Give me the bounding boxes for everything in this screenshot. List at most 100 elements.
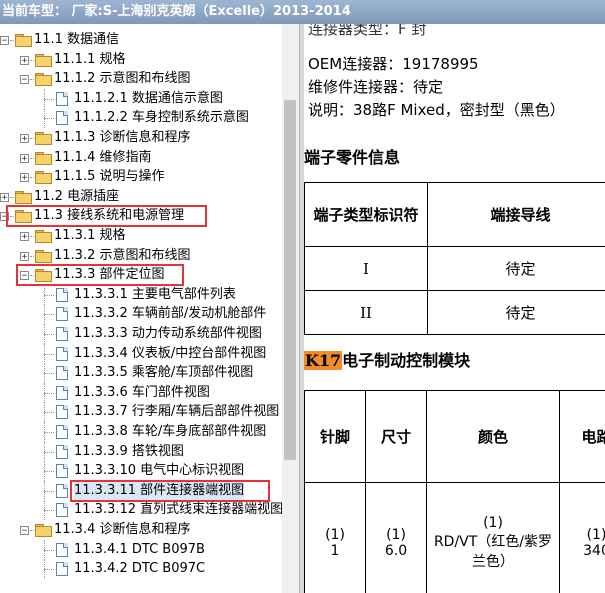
tree-item-label[interactable]: 11.1 数据通信 [34,30,119,50]
expand-icon[interactable]: + [20,134,29,144]
module-code: K17 [304,351,343,370]
tree-item-label[interactable]: 11.3.4.1 DTC B097B [74,540,205,560]
tree-item[interactable]: 11.3.3.3 动力传动系统部件视图 [0,324,282,344]
tree-item-label[interactable]: 11.3.1 规格 [54,226,125,246]
tree-item-label[interactable]: 11.3.3.1 主要电气部件列表 [74,285,236,305]
tree-item-label[interactable]: 11.1.1 规格 [54,50,125,70]
tree-connector [30,530,34,531]
tree-scrollbar-thumb[interactable] [284,100,296,460]
terminal-wire-header: 端接导线 [427,182,605,247]
tree-item-label[interactable]: 11.3.3.8 车轮/车身底部部件视图 [74,422,266,442]
terminal-table: 端子类型标识符 端接导线 I 待定 II 待定 [304,182,605,335]
tree-item-label[interactable]: 11.3.3.9 搭铁视图 [74,442,184,462]
tree-connector [30,59,34,61]
tree-connector [10,40,14,41]
tree-item[interactable]: +11.1.3 诊断信息和程序 [0,128,282,148]
tree-item-label[interactable]: 11.3.3.7 行李厢/车辆后部部件视图 [74,402,279,422]
tree-item-label[interactable]: 11.3.3.10 电气中心标识视图 [74,461,244,481]
tree-item-label[interactable]: 11.3.3.3 动力传动系统部件视图 [74,324,262,344]
tree-item[interactable]: 11.3.3.2 车辆前部/发动机舱部件 [0,304,282,325]
expand-icon[interactable]: + [20,153,29,163]
terminal-type-cell: I [304,246,428,291]
document-icon [56,562,68,577]
tree-connector [44,314,54,316]
circuit-cell: (1) 340 [559,482,605,593]
tree-item-label[interactable]: 11.1.5 说明与操作 [54,167,164,187]
terminal-table-header-row: 端子类型标识符 端接导线 [304,182,605,247]
module-heading: K17电子制动控制模块 [304,347,470,371]
tree-connector [44,118,54,120]
tree-item[interactable]: 11.1.2.1 数据通信示意图 [0,88,282,109]
tree-connector [10,196,14,198]
tree-item-label[interactable]: 11.3.3.5 乘客舱/车顶部件视图 [74,363,253,383]
tree-item[interactable]: 11.3.4.1 DTC B097B [0,539,282,560]
terminal-wire-cell: 待定 [427,290,605,335]
expand-icon[interactable]: + [20,55,29,65]
tree-item-label[interactable]: 11.3.3.4 仪表板/中控台部件视图 [74,344,266,364]
tree-item-label[interactable]: 11.1.2.1 数据通信示意图 [74,89,223,109]
tree-item[interactable]: 11.3.4.2 DTC B097C [0,559,282,580]
tree-connector [44,490,54,492]
tree-item[interactable]: − 11.1 数据通信 [0,30,282,50]
tree-item-label[interactable]: 11.3.3.6 车门部件视图 [74,383,210,403]
tree-item-label[interactable]: 11.1.2.2 车身控制系统示意图 [74,108,249,128]
tree-connector [30,157,34,159]
tree-item[interactable]: 11.3.3.6 车门部件视图 [0,382,282,403]
table-row: I 待定 [304,246,605,291]
tree-item[interactable]: 11.3.3.5 乘客舱/车顶部件视图 [0,363,282,384]
tree-item[interactable]: +11.3.1 规格 [0,226,282,246]
tree-connector [44,108,45,129]
tree-connector [44,432,54,433]
expand-icon[interactable]: + [20,232,29,242]
expand-icon[interactable]: + [0,192,9,202]
document-icon [56,503,68,518]
tree-item[interactable]: 11.3.3.1 主要电气部件列表 [0,284,282,305]
tree-connector [30,236,34,237]
tree-item[interactable]: +11.1.5 说明与操作 [0,167,282,187]
tree-item[interactable]: − 11.1.2 示意图和布线图 [0,69,282,89]
tree-item-label[interactable]: 11.1.4 维修指南 [54,148,151,168]
tree-connector [44,88,45,109]
tree-item-label[interactable]: 11.3.4.2 DTC B097C [74,559,205,579]
tree-connector [44,382,45,403]
tree-item-label[interactable]: 11.3.2 示意图和布线图 [54,246,190,266]
folder-icon [35,53,52,67]
tree-item[interactable]: 11.3.3.7 行李厢/车辆后部部件视图 [0,402,282,423]
tree-connector [44,373,54,375]
tree-item[interactable]: 11.3.3.10 电气中心标识视图 [0,461,282,482]
tree-item-label[interactable]: 11.3.3.12 直列式线束连接器端视图 [74,500,282,520]
size-cell: (1) 6.0 [365,482,427,593]
navigation-tree[interactable]: −11.1 数据通信 +11.1.1 规格 −11.1.2 示意图和布线图 11.1.… [0,24,282,593]
folder-icon [15,34,32,47]
tree-item[interactable]: +11.1.4 维修指南 [0,148,282,168]
color-cell: (1) RD/VT（红色/紫罗兰色） [426,482,560,593]
document-icon [56,464,68,479]
document-icon [56,425,68,439]
folder-icon [35,524,52,537]
tree-item[interactable]: 11.3.3.9 搭铁视图 [0,441,282,462]
tree-item-label[interactable]: 11.2 电源插座 [34,187,119,207]
tree-item[interactable]: 11.3.3.12 直列式线束连接器端视图 [0,500,282,521]
tree-item[interactable]: 11.1.2.2 车身控制系统示意图 [0,108,282,129]
expand-icon[interactable]: + [20,251,29,261]
tree-connector [44,461,45,482]
tree-connector [44,363,45,384]
tree-item[interactable]: 11.3.3.4 仪表板/中控台部件视图 [0,343,282,364]
tree-item[interactable]: − 11.3.4 诊断信息和程序 [0,520,282,540]
tree-item-label[interactable]: 11.1.3 诊断信息和程序 [54,128,190,148]
connector-type-line: 连接器类型：F 封 [308,24,427,38]
tree-item-label[interactable]: 11.3.4 诊断信息和程序 [54,520,190,540]
collapse-icon[interactable]: − [20,526,29,536]
expand-icon[interactable]: + [20,173,29,183]
circuit-header: 电路 [559,390,605,483]
tree-item-label[interactable]: 11.1.2 示意图和布线图 [54,69,190,89]
collapse-icon[interactable]: − [0,36,9,46]
tree-item[interactable]: +11.3.2 示意图和布线图 [0,246,282,266]
tree-item-label[interactable]: 11.3.3.2 车辆前部/发动机舱部件 [74,304,266,324]
collapse-icon[interactable]: − [20,75,29,85]
tree-connector [44,334,54,335]
tree-item[interactable]: +11.2 电源插座 [0,187,282,207]
tree-item[interactable]: 11.3.3.8 车轮/车身底部部件视图 [0,422,282,442]
tree-item[interactable]: +11.1.1 规格 [0,50,282,70]
highlight-box [16,264,184,287]
